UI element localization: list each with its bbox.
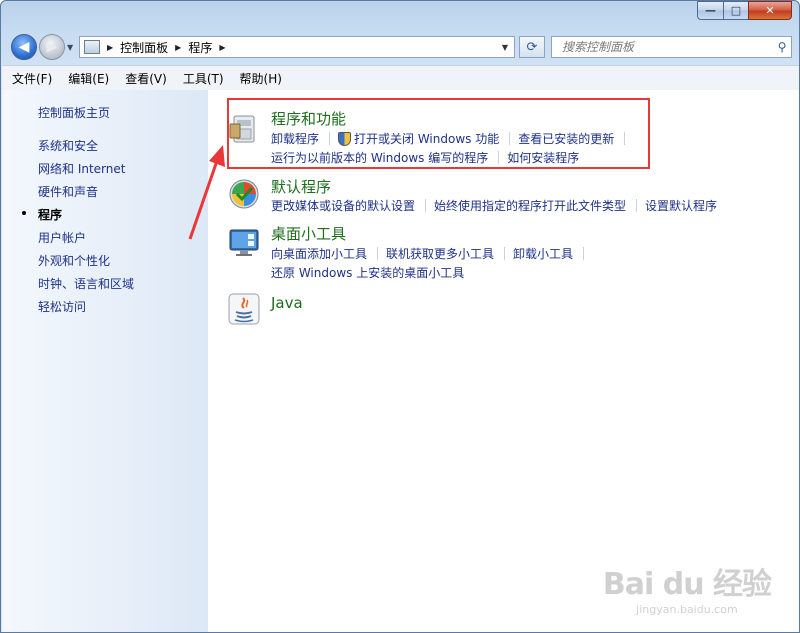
annotation-highlight-box <box>227 98 650 169</box>
refresh-icon: ⟳ <box>526 39 538 55</box>
sidebar-item-clock-language[interactable]: 时钟、语言和区域 <box>38 275 134 292</box>
sidebar-item-appearance[interactable]: 外观和个性化 <box>38 252 110 269</box>
link-separator <box>504 247 506 260</box>
refresh-button[interactable]: ⟳ <box>519 36 545 58</box>
java-icon[interactable] <box>228 293 260 325</box>
get-more-gadgets-link[interactable]: 联机获取更多小工具 <box>386 245 494 262</box>
breadcrumb-programs[interactable]: 程序 <box>188 39 212 56</box>
desktop-gadgets-links-row2: 还原 Windows 上安装的桌面小工具 <box>271 264 464 281</box>
current-item-bullet-icon <box>22 211 26 215</box>
restore-gadgets-link[interactable]: 还原 Windows 上安装的桌面小工具 <box>271 264 464 281</box>
category-title-desktop-gadgets[interactable]: 桌面小工具 <box>271 223 346 244</box>
sidebar-item-hardware-sound[interactable]: 硬件和声音 <box>38 183 98 200</box>
watermark-url: jingyan.baidu.com <box>636 603 738 616</box>
control-panel-window: — □ ✕ ◀ ▶ ▼ ▶ 控制面板 ▶ 程序 ▶ ▼ ⟳ ⚲ 文件(F) 编辑… <box>0 0 800 633</box>
annotation-arrow-icon <box>188 145 225 240</box>
desktop-gadgets-links-row1: 向桌面添加小工具 联机获取更多小工具 卸载小工具 <box>271 245 592 262</box>
sidebar-item-programs: 程序 <box>38 208 63 222</box>
navigation-bar: ◀ ▶ ▼ ▶ 控制面板 ▶ 程序 ▶ ▼ ⟳ ⚲ <box>1 31 799 63</box>
menu-file[interactable]: 文件(F) <box>6 70 58 87</box>
back-arrow-icon: ◀ <box>18 39 30 55</box>
sidebar-control-panel-home[interactable]: 控制面板主页 <box>38 104 110 121</box>
menu-edit[interactable]: 编辑(E) <box>62 70 115 87</box>
sidebar-item-user-accounts[interactable]: 用户帐户 <box>38 229 86 246</box>
recent-pages-dropdown-icon[interactable]: ▼ <box>67 43 73 52</box>
maximize-button[interactable]: □ <box>723 1 748 20</box>
menu-bar: 文件(F) 编辑(E) 查看(V) 工具(T) 帮助(H) <box>2 65 799 91</box>
breadcrumb-separator-icon[interactable]: ▶ <box>107 43 113 52</box>
sidebar: 控制面板主页 系统和安全 网络和 Internet 硬件和声音 程序 用户帐户 … <box>2 90 208 632</box>
sidebar-item-ease-of-access[interactable]: 轻松访问 <box>38 298 86 315</box>
address-dropdown-icon[interactable]: ▼ <box>496 43 514 52</box>
set-default-programs-link[interactable]: 设置默认程序 <box>645 197 717 214</box>
category-title-java[interactable]: Java <box>271 294 303 312</box>
breadcrumb-separator-icon[interactable]: ▶ <box>219 43 225 52</box>
content-area: 控制面板主页 系统和安全 网络和 Internet 硬件和声音 程序 用户帐户 … <box>2 90 799 632</box>
link-separator <box>425 199 427 212</box>
menu-view[interactable]: 查看(V) <box>119 70 173 87</box>
add-gadgets-link[interactable]: 向桌面添加小工具 <box>271 245 367 262</box>
sidebar-item-system-security[interactable]: 系统和安全 <box>38 137 98 154</box>
forward-button[interactable]: ▶ <box>39 34 65 60</box>
search-box: ⚲ <box>551 36 792 58</box>
category-title-default-programs[interactable]: 默认程序 <box>271 176 331 197</box>
address-bar[interactable]: ▶ 控制面板 ▶ 程序 ▶ ▼ <box>79 36 515 58</box>
link-separator <box>636 199 638 212</box>
watermark-logo: Bai du 经验 <box>602 567 772 602</box>
desktop-gadgets-icon[interactable] <box>228 226 260 258</box>
default-programs-icon[interactable] <box>228 178 260 210</box>
control-panel-icon <box>84 40 100 54</box>
search-icon[interactable]: ⚲ <box>773 40 791 54</box>
search-input[interactable] <box>560 39 773 55</box>
file-association-link[interactable]: 始终使用指定的程序打开此文件类型 <box>434 197 626 214</box>
main-panel: 程序和功能 卸载程序 打开或关闭 Windows 功能 查看已安装的更新 运行为… <box>208 90 799 632</box>
minimize-button[interactable]: — <box>697 1 723 20</box>
caption-buttons: — □ ✕ <box>697 1 792 20</box>
back-button[interactable]: ◀ <box>11 34 37 60</box>
link-separator <box>377 247 379 260</box>
menu-help[interactable]: 帮助(H) <box>234 70 288 87</box>
close-button[interactable]: ✕ <box>748 1 792 20</box>
breadcrumb-control-panel[interactable]: 控制面板 <box>120 39 168 56</box>
uninstall-gadget-link[interactable]: 卸载小工具 <box>513 245 573 262</box>
link-separator <box>583 247 585 260</box>
breadcrumb-separator-icon[interactable]: ▶ <box>175 43 181 52</box>
default-programs-links-row1: 更改媒体或设备的默认设置 始终使用指定的程序打开此文件类型 设置默认程序 <box>271 197 717 214</box>
menu-tools[interactable]: 工具(T) <box>177 70 230 87</box>
baidu-watermark: Bai du 经验 jingyan.baidu.com <box>602 559 772 616</box>
autoplay-settings-link[interactable]: 更改媒体或设备的默认设置 <box>271 197 415 214</box>
forward-arrow-icon: ▶ <box>46 39 58 55</box>
sidebar-item-network-internet[interactable]: 网络和 Internet <box>38 160 125 177</box>
